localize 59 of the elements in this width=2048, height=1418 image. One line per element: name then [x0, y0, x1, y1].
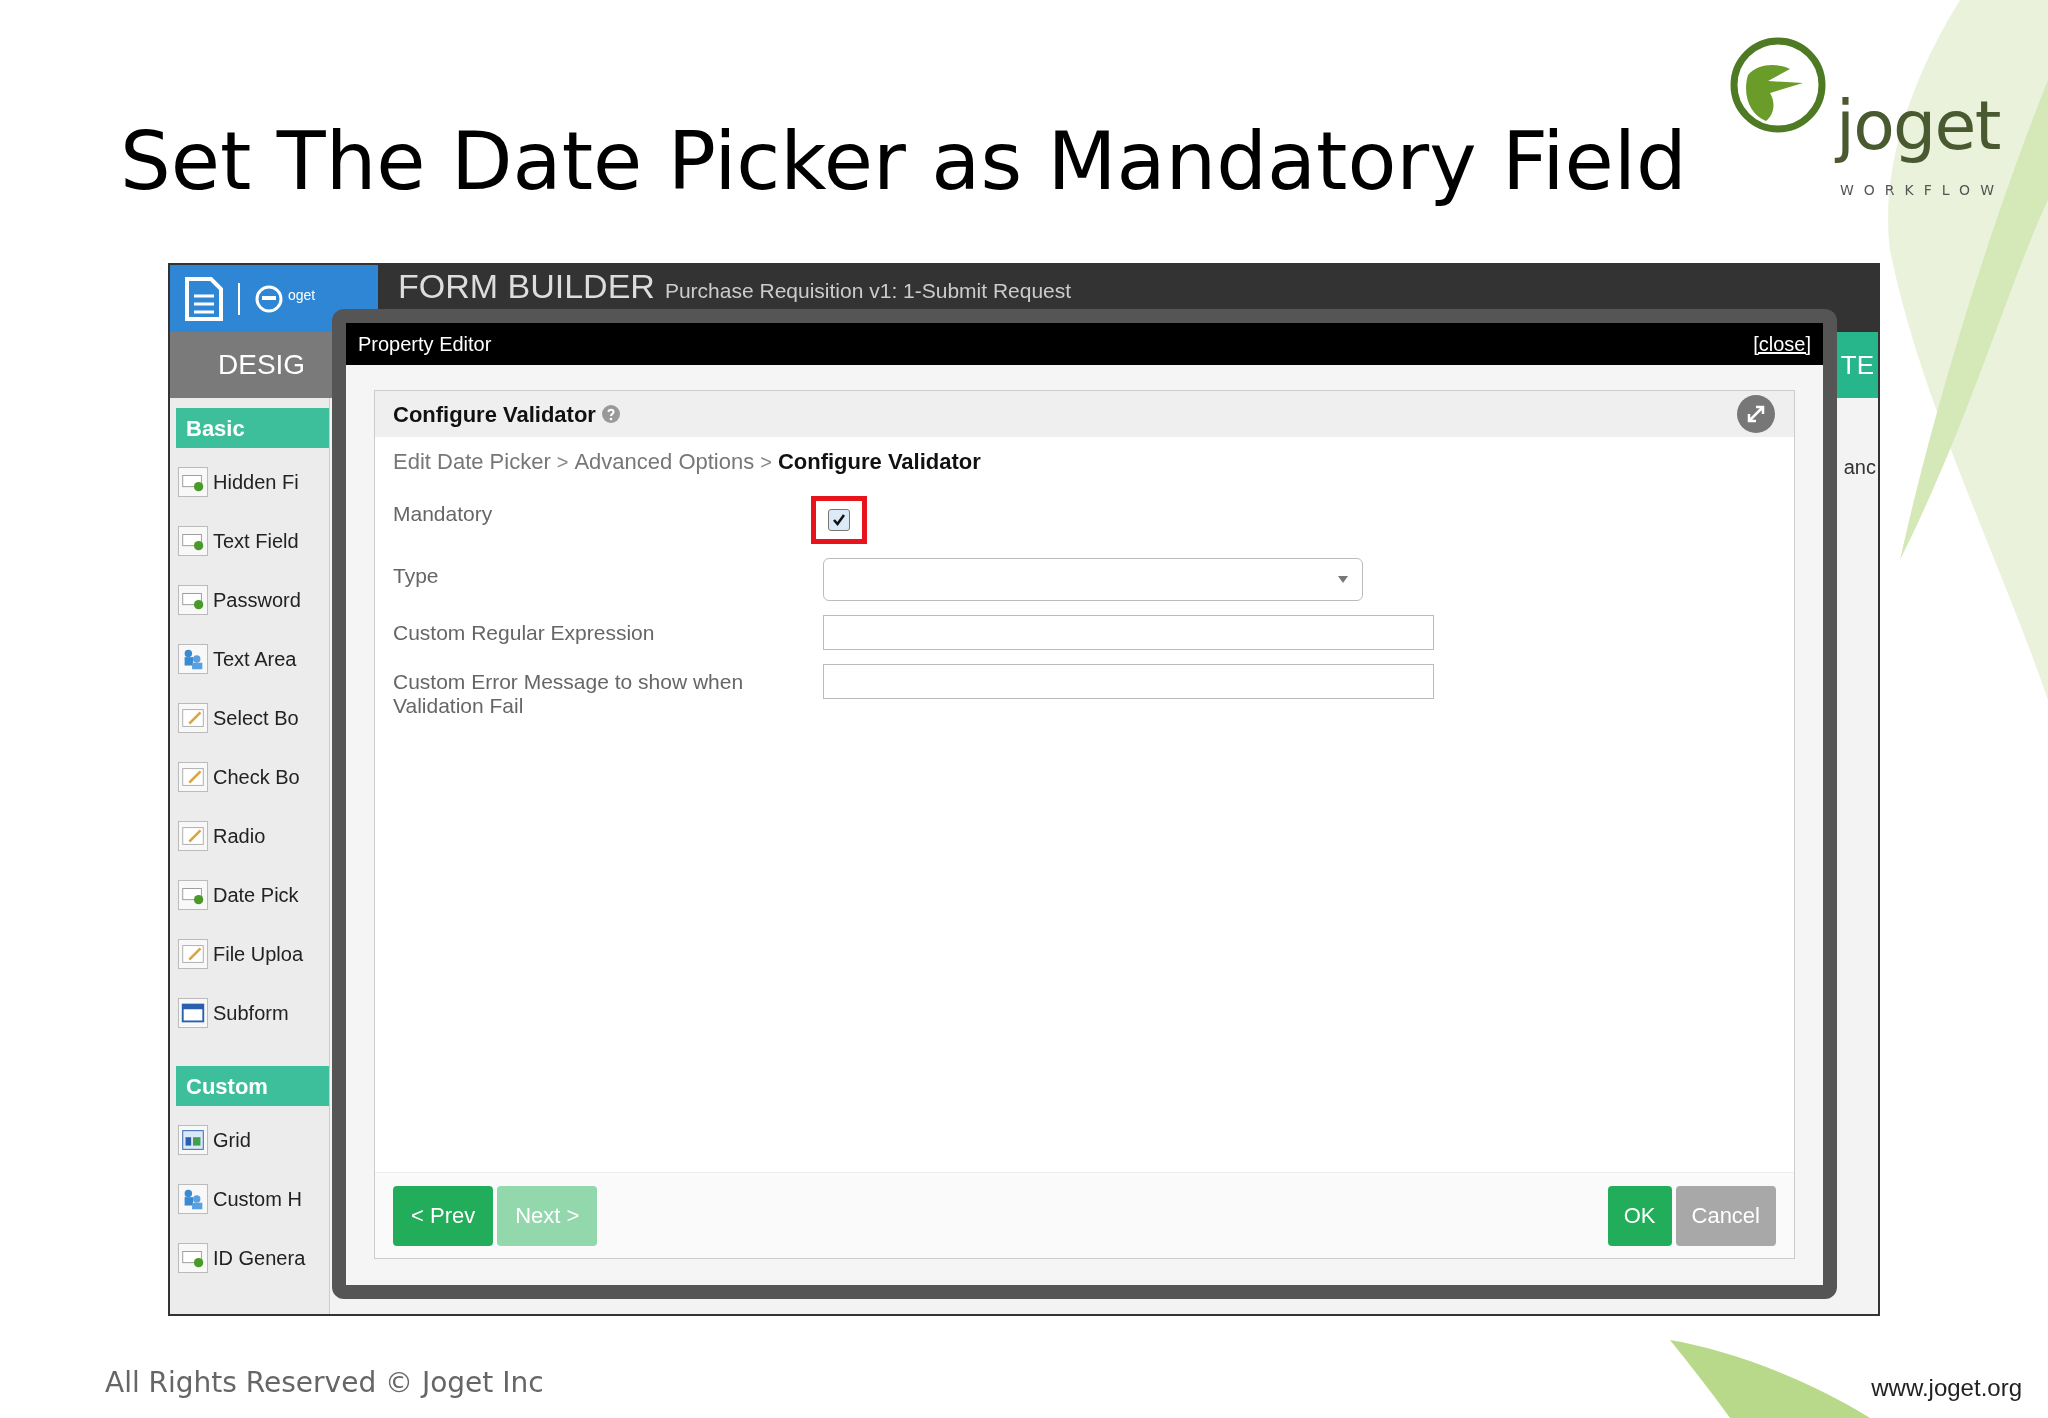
mandatory-checkbox[interactable] — [828, 509, 850, 531]
field-label: Custom Regular Expression — [393, 620, 656, 645]
expand-icon[interactable] — [1736, 394, 1776, 434]
palette-item[interactable]: Password — [176, 570, 329, 629]
panel-title: Configure Validator — [393, 400, 596, 429]
palette-item[interactable]: Date Pick — [176, 865, 329, 924]
text-input[interactable] — [823, 664, 1434, 699]
logo-icon — [254, 283, 284, 314]
pencil-icon — [178, 820, 208, 851]
palette-item[interactable]: Hidden Fi — [176, 452, 329, 511]
breadcrumb-item: Configure Validator — [777, 448, 981, 476]
palette-item[interactable]: Text Field — [176, 511, 329, 570]
caret-icon — [1338, 576, 1348, 583]
type-select[interactable] — [823, 558, 1363, 601]
grid-icon — [178, 1124, 208, 1155]
palette-item[interactable]: Select Bo — [176, 688, 329, 747]
document-icon — [184, 275, 224, 322]
palette-item[interactable]: File Uploa — [176, 924, 329, 983]
field-label: Type — [393, 563, 440, 588]
logo-emblem-icon — [1728, 35, 1828, 135]
palette-item[interactable]: Custom H — [176, 1169, 329, 1228]
builder-title: FORM BUILDER — [398, 267, 655, 305]
pencil-icon — [178, 702, 208, 733]
palette-item[interactable]: ID Genera — [176, 1228, 329, 1287]
palette-item[interactable]: Subform — [176, 983, 329, 1042]
dialog-title: Property Editor — [358, 332, 492, 357]
field-label: Mandatory — [393, 501, 494, 526]
people-icon — [178, 643, 208, 674]
logo-text: oget — [288, 287, 316, 302]
palette-item[interactable]: Grid — [176, 1110, 329, 1169]
check-icon — [832, 513, 846, 527]
breadcrumb-separator: > — [556, 449, 569, 475]
people-icon — [178, 1183, 208, 1214]
field-icon — [178, 466, 208, 497]
pencil-icon — [178, 938, 208, 969]
text-input[interactable] — [823, 615, 1434, 650]
help-icon — [601, 405, 620, 423]
copyright-text: All Rights Reserved © Joget Inc — [105, 1365, 544, 1401]
section-header: Basic — [176, 408, 329, 448]
breadcrumb-item[interactable]: Edit Date Picker — [393, 445, 551, 478]
pencil-icon — [178, 761, 208, 792]
breadcrumb-separator: > — [760, 449, 772, 475]
canvas-text: anc — [1843, 455, 1876, 480]
palette-item[interactable]: Check Bo — [176, 747, 329, 806]
breadcrumb-item[interactable]: Advanced Options — [574, 445, 755, 478]
website-text: www.joget.org — [1871, 1373, 2022, 1403]
subform-icon — [178, 997, 208, 1028]
section-header: Custom — [176, 1066, 329, 1106]
field-label: Custom Error Message to show when Validation Fail — [393, 669, 745, 718]
palette-item[interactable]: Text Area — [176, 629, 329, 688]
field-icon — [178, 879, 208, 910]
field-icon — [178, 525, 208, 556]
field-icon — [178, 584, 208, 615]
logo-tagline: WORKFLOW — [1840, 181, 2004, 200]
close-link[interactable]: [close] — [1753, 329, 1811, 359]
field-icon — [178, 1242, 208, 1273]
palette-item[interactable]: Radio — [176, 806, 329, 865]
builder-subtitle: Purchase Requisition v1: 1-Submit Request — [664, 278, 1072, 304]
design-tab[interactable]: DESIG — [170, 344, 306, 386]
